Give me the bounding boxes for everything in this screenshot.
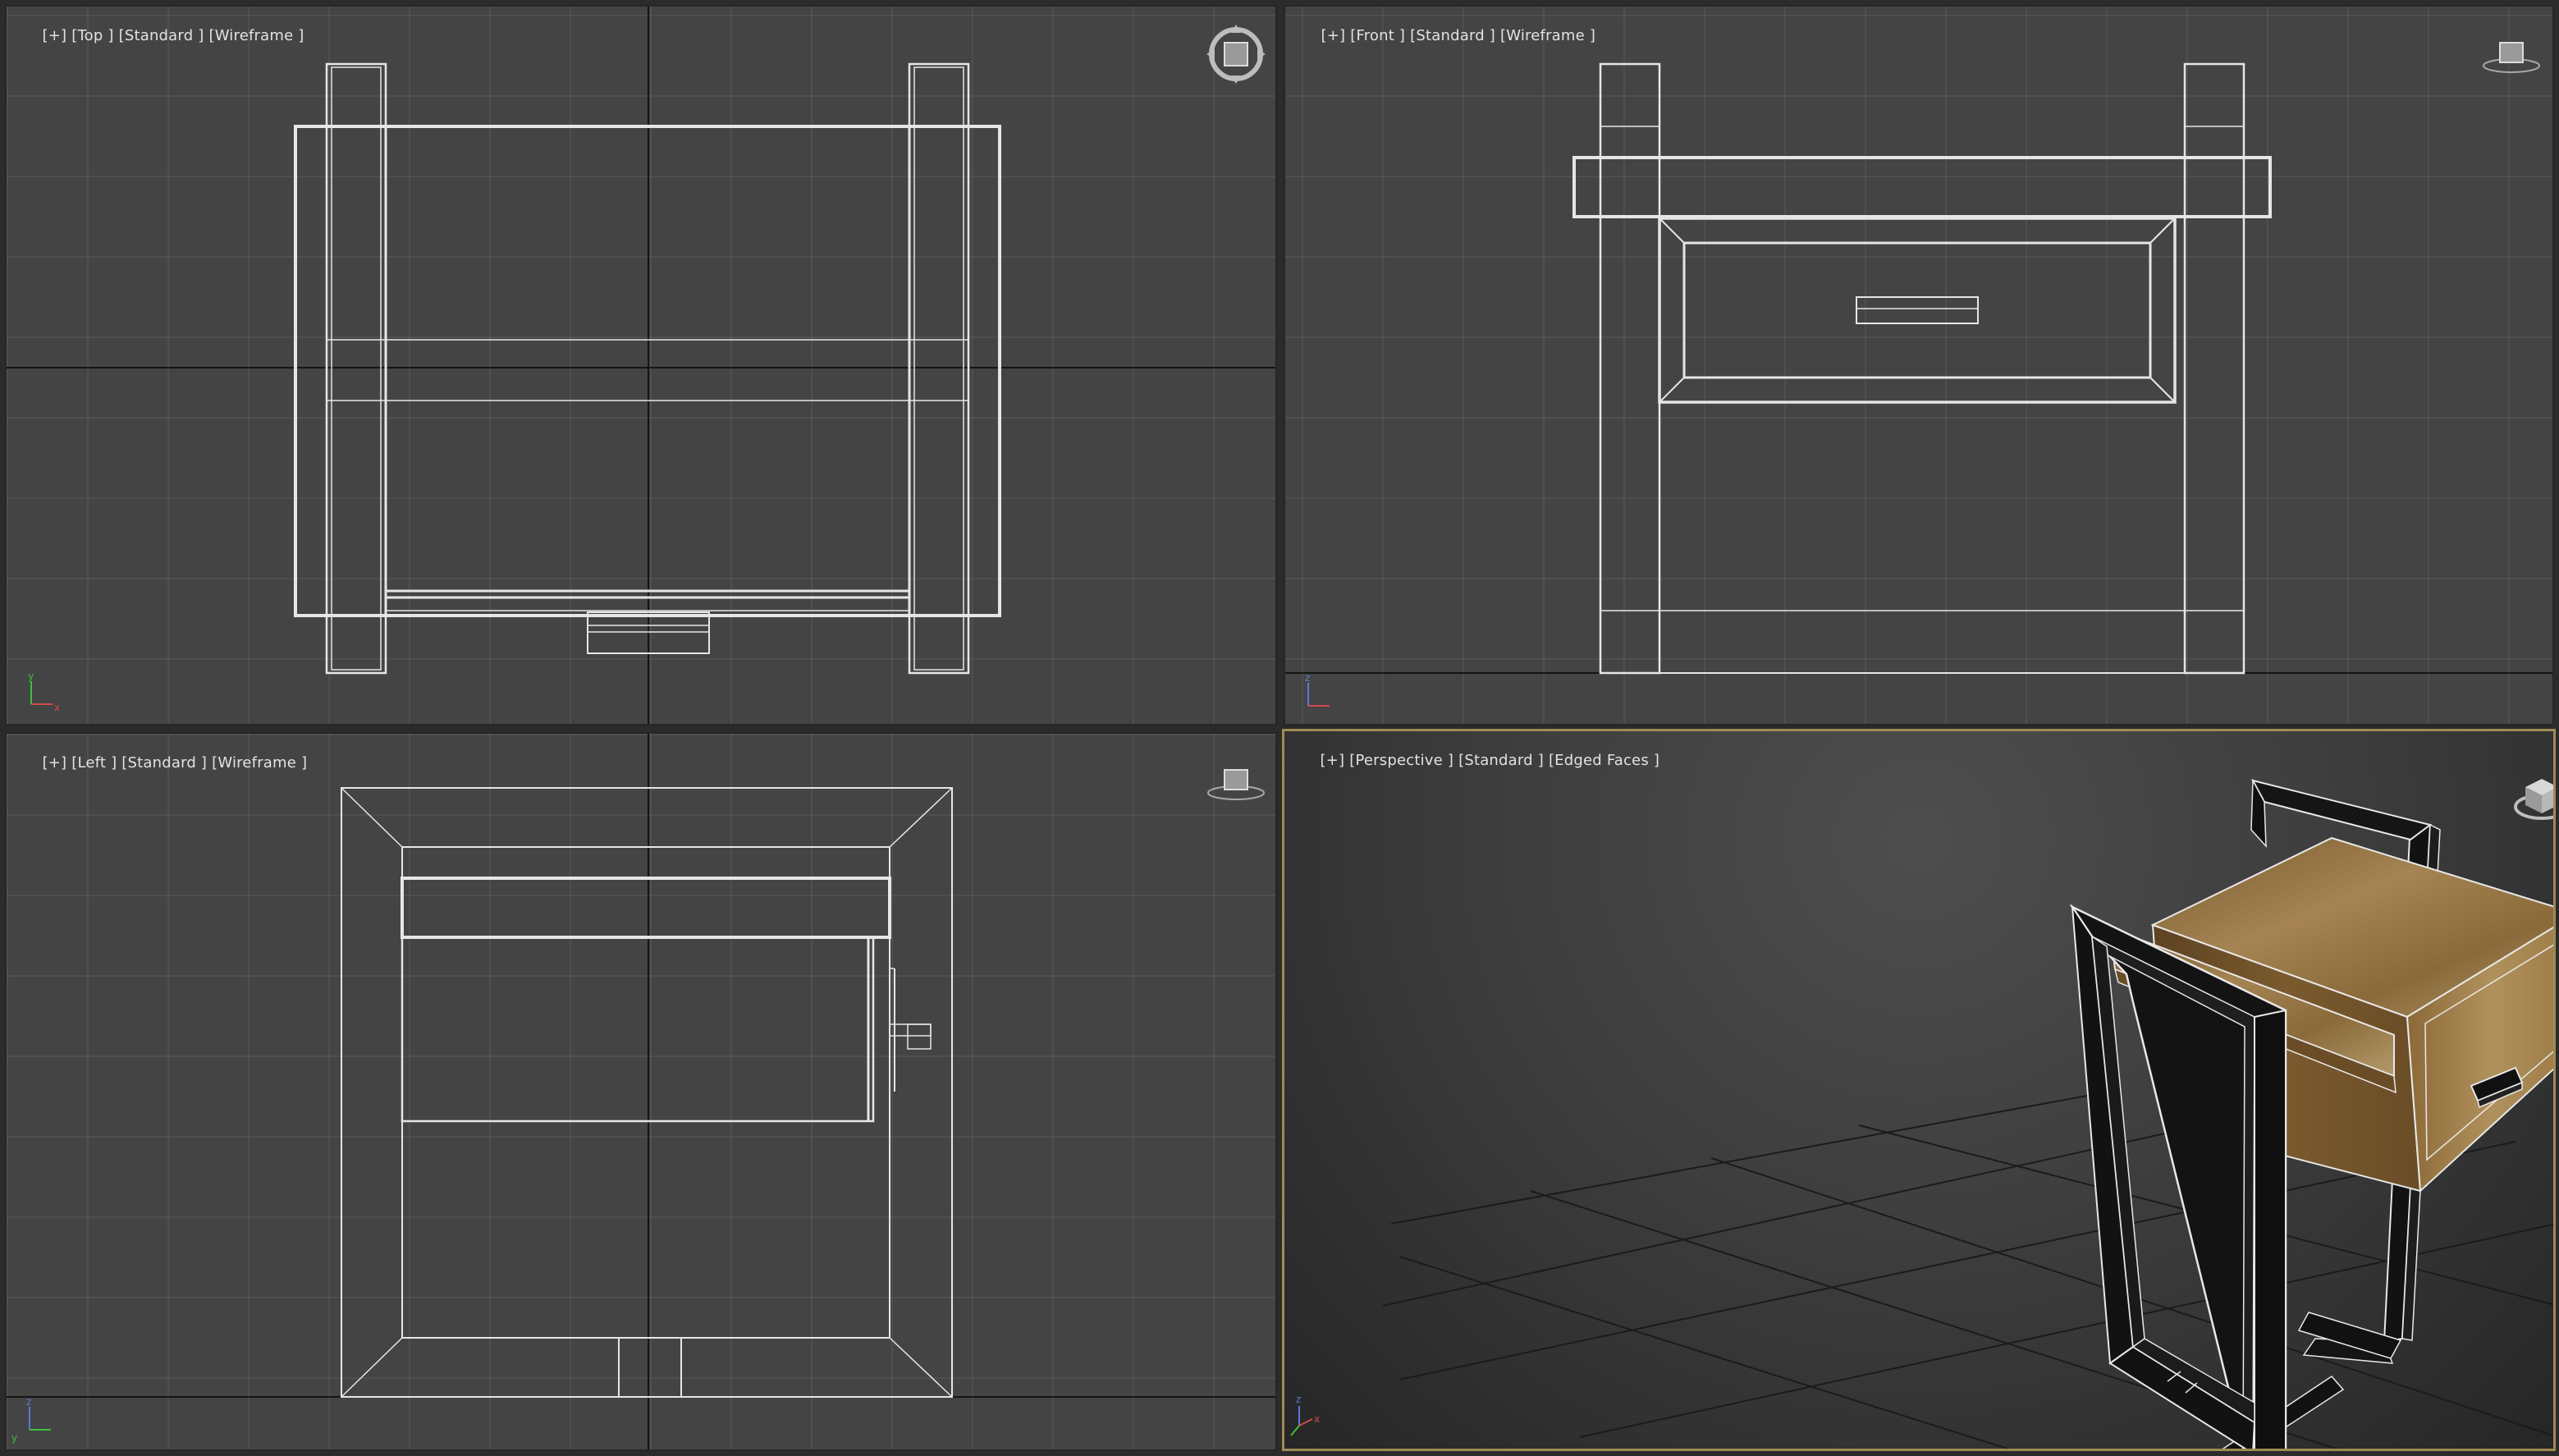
viewport-left[interactable]: [+] [Left ] [Standard ] [Wireframe ] z y xyxy=(5,732,1277,1451)
svg-text:y: y xyxy=(28,671,34,682)
svg-text:z: z xyxy=(1296,1394,1301,1405)
quad-viewport-layout: [+] [Top ] [Standard ] [Wireframe ] y x … xyxy=(0,0,2559,1456)
perspective-render: z x xyxy=(1290,778,2553,1449)
svg-text:x: x xyxy=(1314,1413,1320,1425)
viewport-perspective[interactable]: [+] [Perspective ] [Standard ] [Edged Faces… xyxy=(1282,729,2556,1451)
viewport-top[interactable]: [+] [Top ] [Standard ] [Wireframe ] y x xyxy=(5,5,1277,726)
viewcube-front-icon xyxy=(2483,42,2540,73)
left-wireframe: z y xyxy=(7,734,1275,1449)
viewcube-left-icon xyxy=(1207,769,1265,800)
front-wireframe: z xyxy=(1285,42,2552,707)
viewcube-perspective-icon xyxy=(2514,779,2553,820)
axis-tripod-icon: z x xyxy=(1290,1394,1320,1436)
svg-text:z: z xyxy=(1305,672,1310,684)
viewport-front[interactable]: [+] [Front ] [Standard ] [Wireframe ] z xyxy=(1284,5,2554,726)
axis-tripod-icon: z xyxy=(1305,672,1330,707)
svg-text:y: y xyxy=(11,1432,17,1444)
viewcube-compass-icon xyxy=(1206,25,1266,84)
axis-tripod-icon: z y xyxy=(11,1396,51,1444)
top-wireframe: y x xyxy=(7,7,1275,724)
svg-text:z: z xyxy=(26,1396,31,1408)
axis-tripod-icon: y x xyxy=(28,671,60,713)
svg-text:x: x xyxy=(54,702,60,713)
